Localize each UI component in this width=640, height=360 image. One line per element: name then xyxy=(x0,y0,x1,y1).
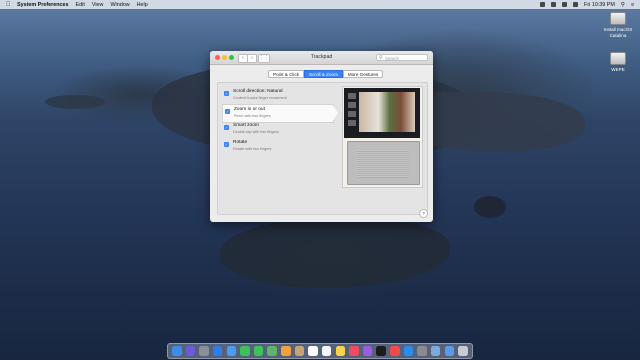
preview-thumbnail xyxy=(348,93,356,99)
preview-screen xyxy=(344,88,420,138)
menu-help[interactable]: Help xyxy=(137,2,148,8)
trackpad-illustration xyxy=(357,150,409,178)
checkbox-checked-icon[interactable]: ✓ xyxy=(224,91,229,96)
photos-icon[interactable] xyxy=(281,346,291,356)
checkbox-checked-icon[interactable]: ✓ xyxy=(224,125,229,130)
desktop-icon-label: Install macOS xyxy=(603,27,633,32)
app-store-icon[interactable] xyxy=(403,346,414,356)
preview-thumbnail xyxy=(348,111,356,117)
app-menu[interactable]: System Preferences xyxy=(17,2,69,8)
keyboard-icon[interactable] xyxy=(573,2,579,7)
menubar-clock[interactable]: Fri 10:39 PM xyxy=(584,2,615,8)
selection-arrow xyxy=(332,104,338,122)
messages-icon[interactable] xyxy=(253,346,264,356)
preview-thumbnail xyxy=(348,102,356,108)
menu-view[interactable]: View xyxy=(92,2,104,8)
notes-icon[interactable] xyxy=(335,346,346,356)
search-field[interactable]: ⚲ Search xyxy=(376,53,428,61)
trackpad-window: ‹ › ⋮⋮ Trackpad ⚲ Search Point & Click S… xyxy=(210,51,433,222)
desktop-icon-label: Catalina xyxy=(609,32,627,38)
wallpaper-island xyxy=(45,95,105,109)
preview-thumbnail xyxy=(348,120,356,126)
mail-icon[interactable] xyxy=(226,346,237,356)
trash-icon[interactable] xyxy=(458,346,468,356)
maps-icon[interactable] xyxy=(267,346,277,356)
option-title: Scroll direction: Natural xyxy=(233,89,283,94)
volume-icon[interactable] xyxy=(562,2,568,7)
dock xyxy=(167,343,473,359)
checkbox-checked-icon[interactable]: ✓ xyxy=(225,109,230,114)
tv-icon[interactable] xyxy=(376,346,386,356)
podcasts-icon[interactable] xyxy=(362,346,373,356)
news-icon[interactable] xyxy=(390,346,400,356)
wallpaper-island xyxy=(474,196,506,218)
contacts-icon[interactable] xyxy=(294,346,305,356)
finder-window-icon[interactable] xyxy=(430,346,441,356)
option-description: Pinch with two fingers xyxy=(234,113,271,118)
option-scroll-direction[interactable]: ✓ Scroll direction: Natural Content trac… xyxy=(222,87,332,104)
tab-more-gestures[interactable]: More Gestures xyxy=(342,70,384,78)
disk-image-icon xyxy=(610,12,626,25)
desktop-icon-wepe[interactable]: WEPE xyxy=(598,52,638,73)
menu-bar:  System Preferences Edit View Window He… xyxy=(0,0,640,9)
music-icon[interactable] xyxy=(349,346,359,356)
preview-laptop xyxy=(347,141,420,185)
apple-menu-icon[interactable]:  xyxy=(3,2,13,8)
menu-window[interactable]: Window xyxy=(110,2,129,8)
downloads-icon[interactable] xyxy=(444,346,455,356)
launchpad-icon[interactable] xyxy=(199,346,209,356)
settings-panel: ✓ Scroll direction: Natural Content trac… xyxy=(217,82,428,215)
control-center-icon[interactable]: ≡ xyxy=(631,2,634,8)
safari-icon[interactable] xyxy=(212,346,223,356)
option-title: Rotate xyxy=(233,140,248,145)
finder-icon[interactable] xyxy=(172,346,182,356)
option-smart-zoom[interactable]: ✓ Smart zoom Double-tap with two fingers xyxy=(222,121,332,138)
desktop-icon-install-macos[interactable]: Install macOS Catalina xyxy=(598,12,638,38)
option-rotate[interactable]: ✓ Rotate Rotate with two fingers xyxy=(222,138,332,155)
tab-bar: Point & Click Scroll & Zoom More Gesture… xyxy=(268,70,384,78)
tab-scroll-zoom[interactable]: Scroll & Zoom xyxy=(304,70,343,78)
window-titlebar[interactable]: ‹ › ⋮⋮ Trackpad ⚲ Search xyxy=(210,51,433,65)
search-placeholder: Search xyxy=(385,55,399,61)
system-preferences-icon[interactable] xyxy=(417,346,427,356)
status-area: Fri 10:39 PM ⚲ ≡ xyxy=(540,0,634,9)
option-title: Smart zoom xyxy=(233,123,259,128)
preview-photo xyxy=(359,92,415,132)
checkbox-checked-icon[interactable]: ✓ xyxy=(224,142,229,147)
siri-icon[interactable] xyxy=(185,346,196,356)
option-title: Zoom in or out xyxy=(234,107,265,112)
option-description: Double-tap with two fingers xyxy=(233,129,279,134)
tab-point-click[interactable]: Point & Click xyxy=(268,70,305,78)
status-icon[interactable] xyxy=(540,2,546,7)
facetime-icon[interactable] xyxy=(240,346,250,356)
menu-edit[interactable]: Edit xyxy=(76,2,85,8)
option-description: Content tracks finger movement xyxy=(233,95,287,100)
search-icon: ⚲ xyxy=(379,54,383,61)
help-button[interactable]: ? xyxy=(419,209,428,218)
gesture-preview xyxy=(342,86,423,188)
wallpaper-island xyxy=(220,218,450,288)
calendar-icon[interactable] xyxy=(308,346,318,356)
external-drive-icon xyxy=(610,52,626,65)
spotlight-icon[interactable]: ⚲ xyxy=(621,2,625,8)
reminders-icon[interactable] xyxy=(321,346,332,356)
desktop-icon-label: WEPE xyxy=(611,67,625,72)
wifi-icon[interactable] xyxy=(551,2,557,7)
option-description: Rotate with two fingers xyxy=(233,146,272,151)
